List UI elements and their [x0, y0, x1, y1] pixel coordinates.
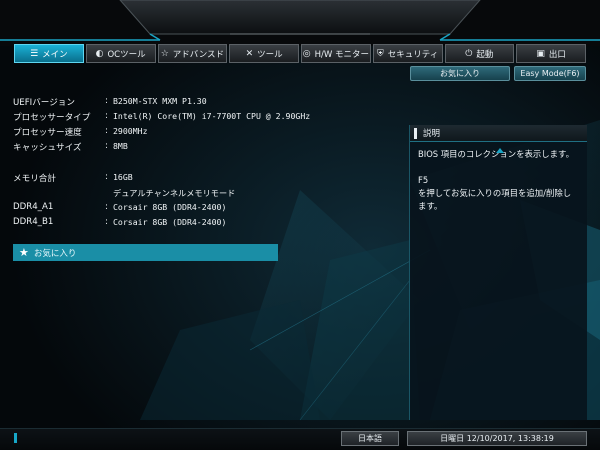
exit-icon: ▣	[536, 48, 545, 59]
tab-label: 出口	[548, 49, 566, 60]
list-icon: ☰	[30, 48, 39, 59]
total-memory-separator: :	[105, 172, 108, 182]
tab-power[interactable]: ⏻ 起動	[444, 44, 515, 63]
description-title: 説明	[423, 129, 441, 139]
tab-label: H/W モニター	[314, 49, 369, 60]
tab-list[interactable]: ☰ メイン	[14, 44, 84, 63]
tab-label: ツール	[257, 49, 283, 60]
tab-dial[interactable]: ◐ OCツール	[85, 44, 156, 63]
tab-label: セキュリティ	[387, 49, 439, 60]
memory-mode-value: デュアルチャンネルメモリモード	[113, 188, 236, 198]
main-menu-bar: ☰ メイン ◐ OCツール ☆ アドバンスド ✕ ツール ◎ H/W モニター ⛨ セキュリティ ⏻ 起動…	[14, 44, 586, 63]
tab-label: 起動	[476, 49, 494, 60]
dimm-b1-label: DDR4_B1	[13, 217, 54, 227]
dimm-b1-value: Corsair 8GB (DDR4-2400)	[113, 217, 227, 227]
total-memory-label: メモリ合計	[13, 174, 56, 184]
tools-icon: ✕	[245, 48, 254, 59]
tab-label: OCツール	[107, 49, 146, 60]
easy-mode-button[interactable]: Easy Mode(F6)	[514, 66, 586, 81]
tab-tools[interactable]: ✕ ツール	[229, 44, 299, 63]
language-button-label: 日本語	[358, 434, 382, 443]
cpu-speed-separator: :	[105, 126, 108, 136]
dimm-a1-label: DDR4_A1	[13, 202, 54, 212]
uefi-version-value: B250M-STX MXM P1.30	[113, 96, 207, 106]
monitor-icon: ◎	[302, 48, 311, 59]
cache-size-label: キャッシュサイズ	[13, 143, 82, 153]
tab-monitor[interactable]: ◎ H/W モニター	[301, 44, 371, 63]
description-header: 説明	[410, 125, 587, 142]
tab-label: メイン	[42, 49, 68, 60]
description-panel: 説明 BIOS 項目のコレクションを表示します。 F5 を押してお気に入りの項目…	[409, 125, 587, 420]
cache-size-value: 8MB	[113, 141, 128, 151]
cpu-type-separator: :	[105, 111, 108, 121]
star-icon: ★	[19, 246, 29, 259]
easy-mode-button-label: Easy Mode(F6)	[520, 69, 580, 78]
cpu-type-value: Intel(R) Core(TM) i7-7700T CPU @ 2.90GHz	[113, 111, 311, 121]
top-frame	[0, 0, 600, 46]
cpu-speed-label: プロセッサー速度	[13, 128, 82, 138]
date-time-text: 日曜日 12/10/2017, 13:38:19	[440, 434, 554, 443]
uefi-version-label: UEFIバージョン	[13, 98, 75, 108]
description-text: BIOS 項目のコレクションを表示します。 F5 を押してお気に入りの項目を追加…	[418, 149, 574, 211]
cpu-speed-value: 2900MHz	[113, 126, 148, 136]
tab-exit[interactable]: ▣ 出口	[516, 44, 586, 63]
status-bar-left-marker	[14, 433, 17, 443]
shield-icon: ⛨	[376, 48, 384, 59]
cpu-type-label: プロセッサータイプ	[13, 113, 91, 123]
tab-label: アドバンスド	[172, 49, 225, 60]
language-button[interactable]: 日本語	[341, 431, 399, 446]
tab-shield[interactable]: ⛨ セキュリティ	[372, 44, 443, 63]
favorites-button-label: お気に入り	[440, 69, 480, 78]
total-memory-value: 16GB	[113, 172, 133, 182]
date-time-display[interactable]: 日曜日 12/10/2017, 13:38:19	[407, 431, 587, 446]
uefi-version-separator: :	[105, 96, 108, 106]
star-icon: ☆	[160, 48, 169, 59]
cache-size-separator: :	[105, 141, 108, 151]
favorites-button[interactable]: お気に入り	[410, 66, 510, 81]
favorites-menu-item-label: お気に入り	[33, 248, 77, 259]
dimm-a1-value: Corsair 8GB (DDR4-2400)	[113, 202, 227, 212]
favorites-menu-item[interactable]: ★ お気に入り	[13, 244, 278, 261]
dimm-b1-separator: :	[105, 217, 108, 227]
power-icon: ⏻	[465, 48, 473, 59]
dimm-a1-separator: :	[105, 202, 108, 212]
tab-star[interactable]: ☆ アドバンスド	[157, 44, 228, 63]
description-marker-icon	[414, 127, 417, 139]
dial-icon: ◐	[95, 48, 104, 59]
description-caret-icon	[496, 148, 504, 153]
